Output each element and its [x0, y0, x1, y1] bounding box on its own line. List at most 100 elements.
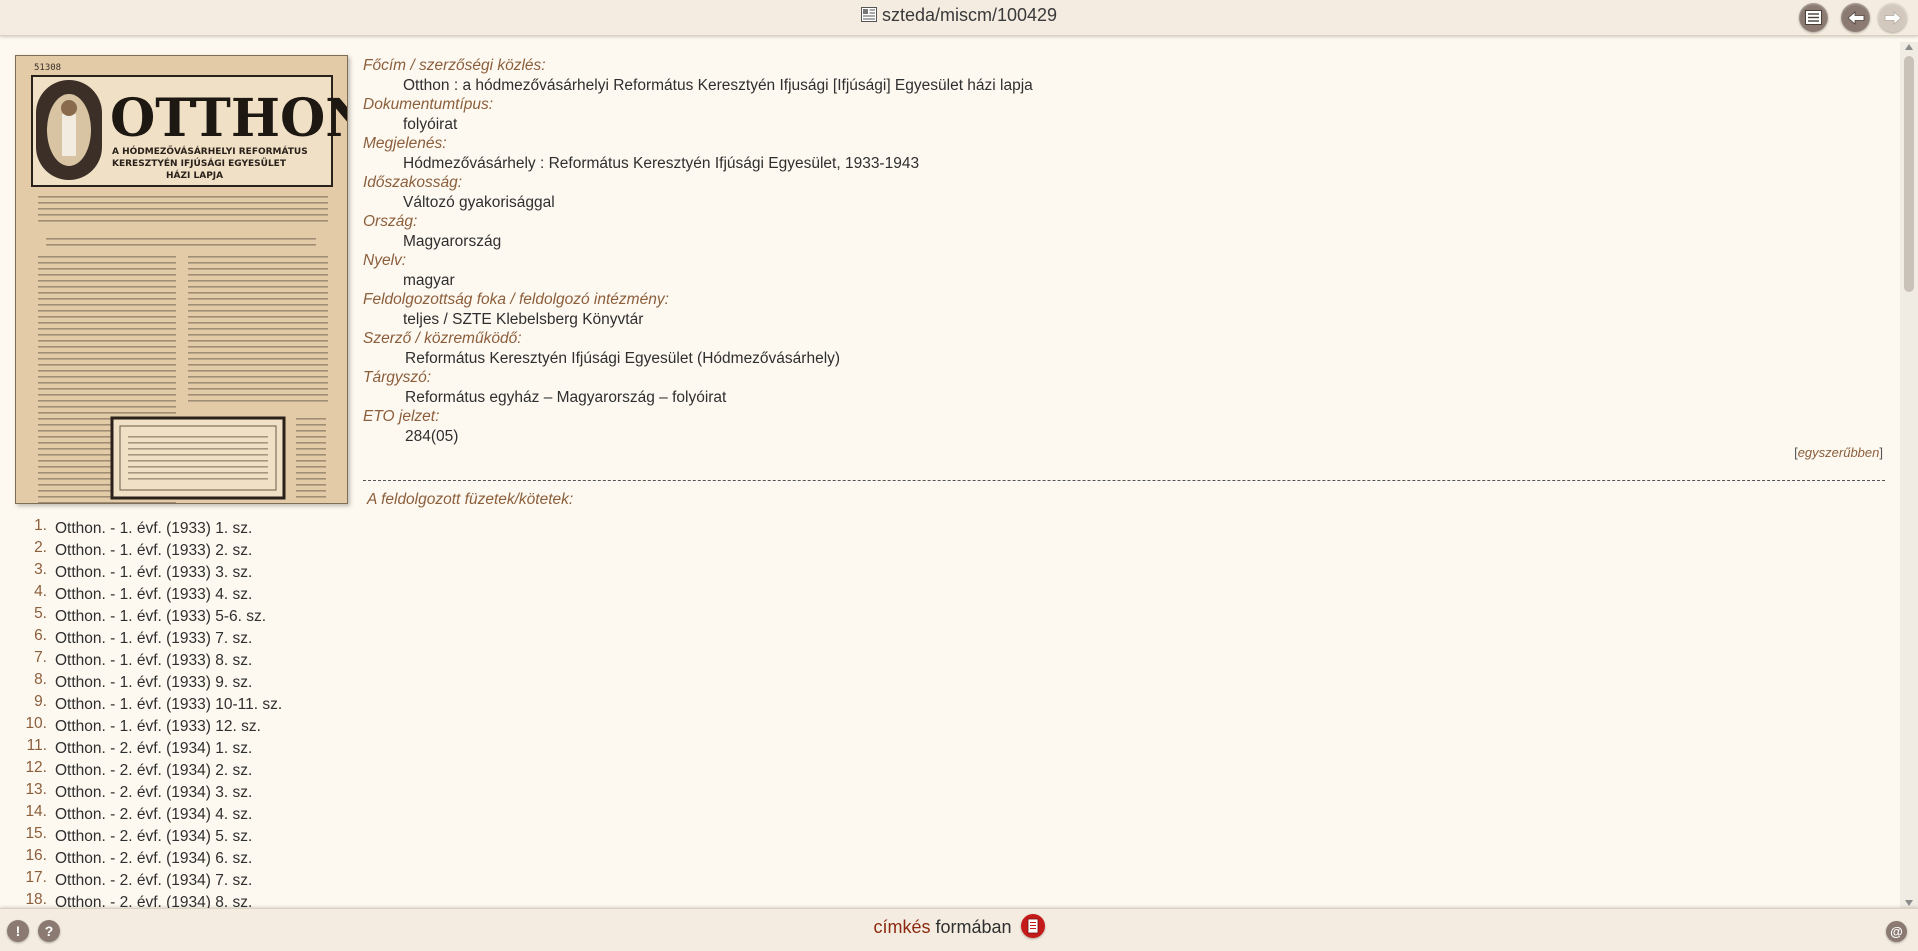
issue-number: 3. — [34, 561, 47, 578]
list-item[interactable]: 17. Otthon. - 2. évf. (1934) 7. sz. — [18, 869, 338, 892]
scroll-up-icon[interactable] — [1905, 44, 1913, 50]
record-metadata: Főcím / szerzőségi közlés: Otthon : a hó… — [363, 56, 1883, 446]
issue-link[interactable]: Otthon. - 2. évf. (1934) 3. sz. — [55, 782, 252, 804]
masthead-subtitle-1: A HÓDMEZŐVÁSÁRHELYI REFORMÁTUS — [112, 145, 308, 157]
issue-number: 8. — [34, 671, 47, 688]
back-button[interactable] — [1841, 3, 1870, 32]
issue-link[interactable]: Otthon. - 1. évf. (1933) 10-11. sz. — [55, 694, 282, 716]
issue-number: 10. — [25, 715, 47, 732]
field-label-frequency: Időszakosság: — [363, 174, 463, 191]
issue-number: 12. — [25, 759, 47, 776]
list-item[interactable]: 16. Otthon. - 2. évf. (1934) 6. sz. — [18, 847, 338, 870]
list-item[interactable]: 13. Otthon. - 2. évf. (1934) 3. sz. — [18, 781, 338, 804]
format-suffix: formában — [935, 917, 1012, 937]
field-label-country: Ország: — [363, 213, 418, 230]
issue-number: 4. — [34, 583, 47, 600]
field-value-frequency: Változó gyakorisággal — [403, 193, 555, 211]
arrow-left-icon — [1846, 10, 1864, 25]
list-view-button[interactable] — [1799, 3, 1828, 32]
list-item[interactable]: 8. Otthon. - 1. évf. (1933) 9. sz. — [18, 671, 338, 694]
scroll-down-icon[interactable] — [1905, 900, 1913, 906]
cover-image: OTTHON A HÓDMEZŐVÁSÁRHELYI REFORMÁTUS KE… — [16, 56, 348, 503]
issue-link[interactable]: Otthon. - 1. évf. (1933) 1. sz. — [55, 518, 252, 540]
issue-link[interactable]: Otthon. - 2. évf. (1934) 5. sz. — [55, 826, 252, 848]
issue-link[interactable]: Otthon. - 1. évf. (1933) 12. sz. — [55, 716, 261, 738]
field-value-country: Magyarország — [403, 232, 502, 250]
issue-link[interactable]: Otthon. - 1. évf. (1933) 9. sz. — [55, 672, 252, 694]
pdf-document-icon[interactable] — [1020, 914, 1045, 938]
email-button[interactable]: @ — [1886, 921, 1907, 942]
field-value-subject[interactable]: Református egyház – Magyarország – folyó… — [363, 388, 1883, 408]
list-item[interactable]: 4. Otthon. - 1. évf. (1933) 4. sz. — [18, 583, 338, 606]
list-item[interactable]: 11. Otthon. - 2. évf. (1934) 1. sz. — [18, 737, 338, 760]
issue-number: 11. — [26, 737, 47, 754]
list-item[interactable]: 3. Otthon. - 1. évf. (1933) 3. sz. — [18, 561, 338, 584]
issue-link[interactable]: Otthon. - 2. évf. (1934) 2. sz. — [55, 760, 252, 782]
list-item[interactable]: 14. Otthon. - 2. évf. (1934) 4. sz. — [18, 803, 338, 826]
field-label-publication: Megjelenés: — [363, 135, 447, 152]
field-label-udc: ETO jelzet: — [363, 408, 440, 425]
scroll-thumb[interactable] — [1904, 56, 1914, 292]
bottom-bar: ! ? címkés formában @ — [0, 908, 1918, 951]
list-item[interactable]: 2. Otthon. - 1. évf. (1933) 2. sz. — [18, 539, 338, 562]
issue-link[interactable]: Otthon. - 1. évf. (1933) 4. sz. — [55, 584, 252, 606]
issue-link[interactable]: Otthon. - 1. évf. (1933) 8. sz. — [55, 650, 252, 672]
list-item[interactable]: 12. Otthon. - 2. évf. (1934) 2. sz. — [18, 759, 338, 782]
list-item[interactable]: 5. Otthon. - 1. évf. (1933) 5-6. sz. — [18, 605, 338, 628]
issue-link[interactable]: Otthon. - 1. évf. (1933) 3. sz. — [55, 562, 252, 584]
arrow-right-icon — [1884, 10, 1902, 25]
issue-link[interactable]: Otthon. - 2. évf. (1934) 6. sz. — [55, 848, 252, 870]
field-value-doctype: folyóirat — [403, 115, 458, 133]
field-label-title: Főcím / szerzőségi közlés: — [363, 57, 546, 74]
issue-number: 16. — [25, 847, 47, 864]
list-item[interactable]: 9. Otthon. - 1. évf. (1933) 10-11. sz. — [18, 693, 338, 716]
simpler-view-toggle: [egyszerűbben] — [1794, 445, 1883, 460]
field-value-language: magyar — [403, 271, 455, 289]
format-selector: címkés formában — [0, 914, 1918, 938]
record-id-text: szteda/miscm/100429 — [881, 5, 1058, 25]
issue-link[interactable]: Otthon. - 1. évf. (1933) 2. sz. — [55, 540, 252, 562]
list-icon — [1805, 10, 1822, 25]
list-item[interactable]: 6. Otthon. - 1. évf. (1933) 7. sz. — [18, 627, 338, 650]
field-label-subject: Tárgyszó: — [363, 369, 432, 386]
issue-number: 14. — [25, 803, 47, 820]
issue-link[interactable]: Otthon. - 2. évf. (1934) 1. sz. — [55, 738, 252, 760]
field-label-doctype: Dokumentumtípus: — [363, 96, 494, 113]
document-icon — [860, 7, 877, 22]
email-icon: @ — [1890, 924, 1903, 939]
field-value-title: Otthon : a hódmezővásárhelyi Református … — [403, 76, 1033, 94]
field-value-author[interactable]: Református Keresztyén Ifjúsági Egyesület… — [363, 349, 1883, 369]
forward-button[interactable] — [1878, 3, 1907, 32]
cover-stamp: 51308 — [34, 63, 61, 73]
cover-thumbnail[interactable]: OTTHON A HÓDMEZŐVÁSÁRHELYI REFORMÁTUS KE… — [15, 55, 348, 504]
issue-link[interactable]: Otthon. - 2. évf. (1934) 4. sz. — [55, 804, 252, 826]
issue-number: 9. — [34, 693, 47, 710]
field-label-processing: Feldolgozottság foka / feldolgozó intézm… — [363, 291, 669, 308]
format-link[interactable]: címkés — [873, 917, 930, 937]
field-value-publication: Hódmezővásárhely : Református Keresztyén… — [403, 154, 920, 172]
issue-link[interactable]: Otthon. - 1. évf. (1933) 7. sz. — [55, 628, 252, 650]
masthead-subtitle-3: HÁZI LAPJA — [166, 169, 223, 181]
issue-link[interactable]: Otthon. - 1. évf. (1933) 5-6. sz. — [55, 606, 266, 628]
issue-number: 15. — [25, 825, 47, 842]
list-item[interactable]: 15. Otthon. - 2. évf. (1934) 5. sz. — [18, 825, 338, 848]
masthead-text: OTTHON — [110, 88, 348, 149]
volumes-heading: A feldolgozott füzetek/kötetek: — [367, 491, 574, 508]
field-value-processing: teljes / SZTE Klebelsberg Könyvtár — [403, 310, 644, 328]
list-item[interactable]: 10. Otthon. - 1. évf. (1933) 12. sz. — [18, 715, 338, 738]
bracket-close: ] — [1879, 445, 1883, 460]
record-id-title: szteda/miscm/100429 — [0, 5, 1918, 26]
issue-link[interactable]: Otthon. - 2. évf. (1934) 7. sz. — [55, 870, 252, 892]
issue-number: 1. — [34, 517, 47, 534]
issue-list: 1. Otthon. - 1. évf. (1933) 1. sz. 2. Otth… — [18, 517, 338, 914]
issue-number: 13. — [25, 781, 47, 798]
simpler-view-link[interactable]: egyszerűbben — [1798, 445, 1880, 460]
vertical-scrollbar[interactable] — [1900, 42, 1918, 908]
section-divider — [363, 480, 1885, 481]
issue-number: 7. — [34, 649, 47, 666]
field-value-udc: 284(05) — [405, 427, 459, 445]
masthead-subtitle-2: KERESZTYÉN IFJÚSÁGI EGYESÜLET — [112, 157, 287, 169]
list-item[interactable]: 1. Otthon. - 1. évf. (1933) 1. sz. — [18, 517, 338, 540]
list-item[interactable]: 7. Otthon. - 1. évf. (1933) 8. sz. — [18, 649, 338, 672]
issue-number: 6. — [34, 627, 47, 644]
